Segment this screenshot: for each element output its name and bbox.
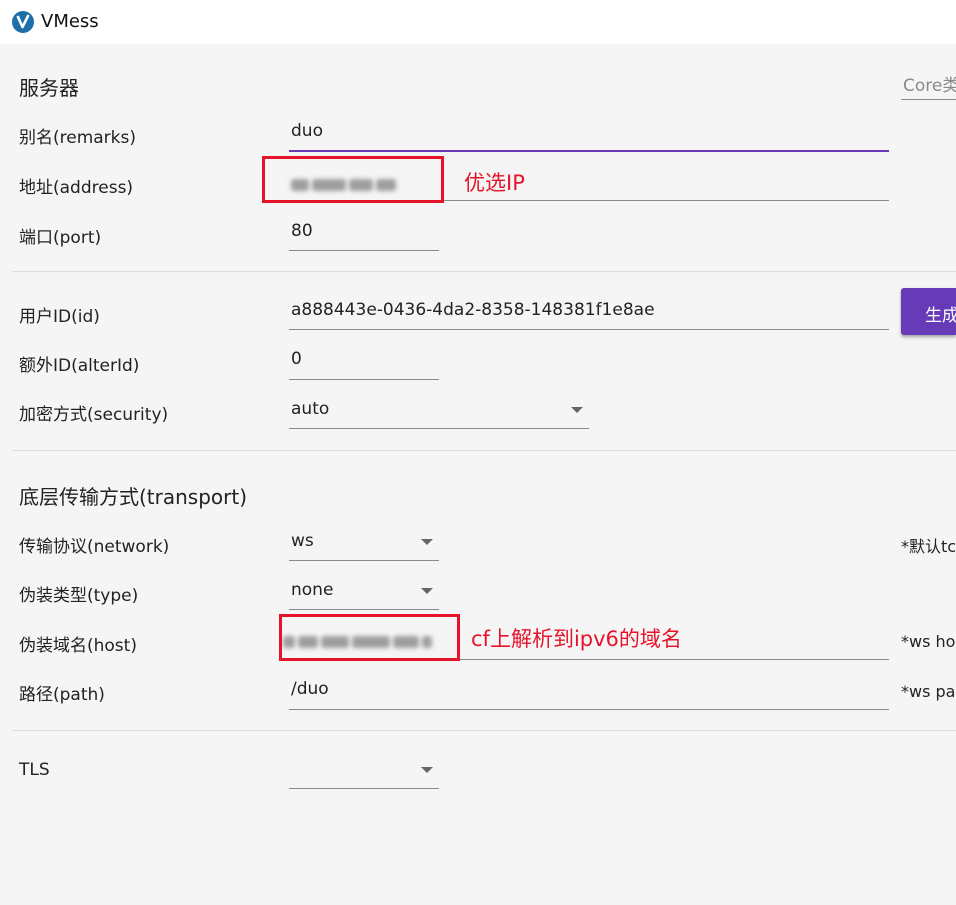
address-label: 地址(address) [19,178,134,198]
port-value: 80 [291,221,313,241]
path-label: 路径(path) [19,685,105,705]
address-annotation: 优选IP [464,171,525,195]
type-value: none [291,580,334,600]
remarks-label: 别名(remarks) [19,128,137,148]
user-id-input[interactable]: a888443e-0436-4da2-8358-148381f1e8ae [289,300,889,330]
core-type-select[interactable]: Core类 [901,66,956,100]
remarks-input[interactable]: duo [289,121,889,152]
tls-label: TLS [19,760,50,780]
path-input[interactable]: /duo [289,679,889,710]
user-id-value: a888443e-0436-4da2-8358-148381f1e8ae [291,300,655,320]
chevron-down-icon [571,407,583,413]
divider [12,450,956,451]
security-label: 加密方式(security) [19,405,169,425]
divider [12,730,956,731]
security-select[interactable]: auto [289,399,589,429]
chevron-down-icon [421,767,433,773]
alter-id-value: 0 [291,349,302,369]
address-highlight-box [262,156,444,203]
network-hint: *默认tc [901,537,956,556]
generate-id-button-label: 生成 [925,306,956,326]
tls-select[interactable] [289,759,439,789]
path-hint: *ws pa [901,682,956,701]
path-value: /duo [291,679,329,699]
v2rayn-logo-icon [12,11,34,33]
title-bar: VMess [0,0,956,44]
server-section-heading: 服务器 [19,76,79,100]
port-input[interactable]: 80 [289,221,439,251]
transport-section-heading: 底层传输方式(transport) [19,485,248,509]
security-value: auto [291,399,330,419]
host-highlight-box [279,614,460,661]
remarks-value: duo [291,121,323,141]
network-value: ws [291,531,314,551]
type-select[interactable]: none [289,580,439,610]
generate-id-button[interactable]: 生成 [901,288,956,335]
host-annotation: cf上解析到ipv6的域名 [471,627,682,651]
alter-id-label: 额外ID(alterId) [19,356,140,376]
core-type-placeholder: Core类 [903,76,956,96]
host-label: 伪装域名(host) [19,636,137,656]
host-hint: *ws hos [901,632,956,651]
alter-id-input[interactable]: 0 [289,349,439,380]
port-label: 端口(port) [19,228,102,248]
vmess-form: 服务器 Core类 别名(remarks) duo 地址(address) 端口… [0,44,956,905]
network-select[interactable]: ws [289,531,439,561]
user-id-label: 用户ID(id) [19,307,100,327]
divider [12,271,956,272]
window-title: VMess [41,11,99,32]
network-label: 传输协议(network) [19,537,170,557]
type-label: 伪装类型(type) [19,586,139,606]
chevron-down-icon [421,588,433,594]
chevron-down-icon [421,539,433,545]
